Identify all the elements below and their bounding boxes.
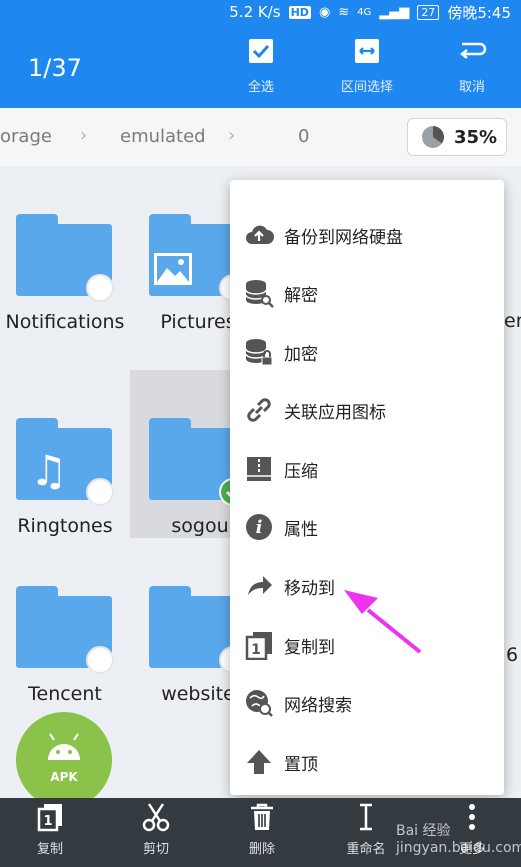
- clipped-file-name: er: [504, 310, 521, 332]
- copy-to-icon: 1: [244, 630, 274, 660]
- select-all-button[interactable]: 全选: [216, 36, 306, 100]
- signal-icon: ▂▄▆: [379, 4, 410, 20]
- scissors-icon: [142, 803, 170, 832]
- apk-label: APK: [50, 770, 78, 784]
- menu-item-move-to[interactable]: 移动到: [230, 557, 504, 615]
- pie-chart-icon: [422, 126, 444, 148]
- cloud-upload-icon: [244, 220, 274, 250]
- checkbox-icon: [249, 39, 273, 63]
- delete-label: 删除: [248, 842, 275, 857]
- copy-icon: 1: [37, 804, 62, 832]
- rename-label: 重命名: [346, 842, 386, 857]
- range-select-button[interactable]: 区间选择: [322, 36, 412, 100]
- android-icon: [48, 733, 80, 760]
- menu-item-encrypt[interactable]: 加密: [230, 323, 504, 381]
- copy-label: 复制: [36, 842, 63, 857]
- menu-item-pin-top[interactable]: 置顶: [230, 733, 504, 791]
- trash-icon: [251, 803, 273, 830]
- select-all-label: 全选: [247, 80, 274, 95]
- breadcrumb-item-storage[interactable]: orage: [0, 126, 52, 147]
- image-icon: [154, 253, 192, 285]
- cut-button[interactable]: 剪切: [116, 802, 196, 864]
- share-arrow-icon: [244, 571, 274, 601]
- range-select-label: 区间选择: [340, 80, 393, 95]
- music-note-icon: ♫: [30, 446, 68, 495]
- pin-top-icon: [244, 747, 274, 777]
- select-circle[interactable]: [86, 478, 114, 506]
- menu-item-label: 网络搜索: [284, 695, 352, 716]
- cancel-button[interactable]: 取消: [427, 36, 517, 100]
- link-icon: [244, 395, 274, 425]
- breadcrumb: orage › emulated › 0 35%: [0, 108, 521, 166]
- hd-badge: HD: [288, 5, 311, 19]
- clock: 傍晚5:45: [447, 3, 511, 22]
- clipped-file-name: 6: [506, 644, 519, 666]
- folder-icon: ♫: [16, 418, 114, 506]
- battery: 27: [417, 4, 440, 20]
- menu-item-label: 置顶: [284, 754, 318, 775]
- baidu-watermark: Bai 经验 jingyan.baidu.com: [396, 823, 521, 856]
- menu-item-copy-to[interactable]: 1 复制到: [230, 616, 504, 674]
- globe-search-icon: [244, 688, 274, 718]
- svg-text:1: 1: [43, 814, 52, 829]
- menu-item-label: 关联应用图标: [284, 402, 386, 423]
- chevron-right-icon: ›: [228, 125, 236, 146]
- select-circle[interactable]: [86, 646, 114, 674]
- svg-text:i: i: [256, 517, 263, 538]
- copy-button[interactable]: 1 复制: [10, 802, 90, 864]
- archive-icon: [244, 454, 274, 484]
- delete-button[interactable]: 删除: [222, 802, 302, 864]
- menu-item-label: 压缩: [284, 461, 318, 482]
- storage-percent: 35%: [454, 126, 498, 148]
- select-circle[interactable]: [86, 274, 114, 302]
- selection-count: 1/37: [28, 54, 82, 82]
- menu-item-web-search[interactable]: 网络搜索: [230, 674, 504, 732]
- file-item[interactable]: Tencent: [0, 538, 130, 706]
- file-item[interactable]: Notifications: [0, 166, 130, 334]
- eye-icon: ◉: [318, 4, 331, 20]
- menu-item-label: 复制到: [284, 637, 335, 658]
- selection-toolbar: 1/37 全选 区间选择 取消: [0, 24, 521, 108]
- rename-button[interactable]: 重命名: [326, 802, 406, 864]
- menu-item-label: 移动到: [284, 578, 335, 599]
- file-item[interactable]: ♫ Ringtones: [0, 370, 130, 538]
- apk-icon[interactable]: APK: [16, 712, 112, 808]
- menu-item-properties[interactable]: i 属性: [230, 498, 504, 556]
- range-icon: [355, 39, 379, 63]
- info-icon: i: [244, 512, 274, 542]
- status-bar: 5.2 K/s HD ◉ ≋ 4G ▂▄▆ 27 傍晚5:45: [0, 0, 521, 24]
- menu-item-decrypt[interactable]: 解密: [230, 264, 504, 322]
- context-menu: 备份到网络硬盘 解密 加密 关联应用图标 压缩 i 属性 移动到 1 复制到 网…: [230, 180, 504, 795]
- database-key-icon: [244, 278, 274, 308]
- chevron-right-icon: ›: [80, 125, 88, 146]
- file-name: Ringtones: [17, 515, 113, 537]
- folder-icon: [16, 214, 114, 302]
- storage-usage-button[interactable]: 35%: [407, 118, 507, 156]
- menu-item-link-app[interactable]: 关联应用图标: [230, 381, 504, 439]
- file-name: Notifications: [5, 311, 125, 333]
- net-type: 4G: [357, 6, 372, 18]
- menu-item-backup[interactable]: 备份到网络硬盘: [230, 206, 504, 264]
- cancel-label: 取消: [458, 80, 485, 95]
- menu-item-compress[interactable]: 压缩: [230, 440, 504, 498]
- menu-item-label: 解密: [284, 285, 318, 306]
- folder-icon: [16, 586, 114, 674]
- menu-item-label: 备份到网络硬盘: [284, 227, 403, 248]
- menu-item-label: 属性: [284, 519, 318, 540]
- menu-item-label: 加密: [284, 344, 318, 365]
- svg-text:1: 1: [251, 642, 261, 658]
- breadcrumb-item-emulated[interactable]: emulated: [120, 126, 206, 147]
- breadcrumb-item-0[interactable]: 0: [298, 126, 309, 147]
- cut-label: 剪切: [142, 842, 169, 857]
- file-name: Tencent: [28, 683, 102, 705]
- net-speed: 5.2 K/s: [229, 3, 281, 21]
- database-lock-icon: [244, 337, 274, 367]
- wifi-icon: ≋: [338, 4, 350, 20]
- text-cursor-icon: [360, 803, 372, 831]
- file-item-selected[interactable]: sogou: [130, 370, 247, 538]
- undo-icon: [459, 42, 487, 59]
